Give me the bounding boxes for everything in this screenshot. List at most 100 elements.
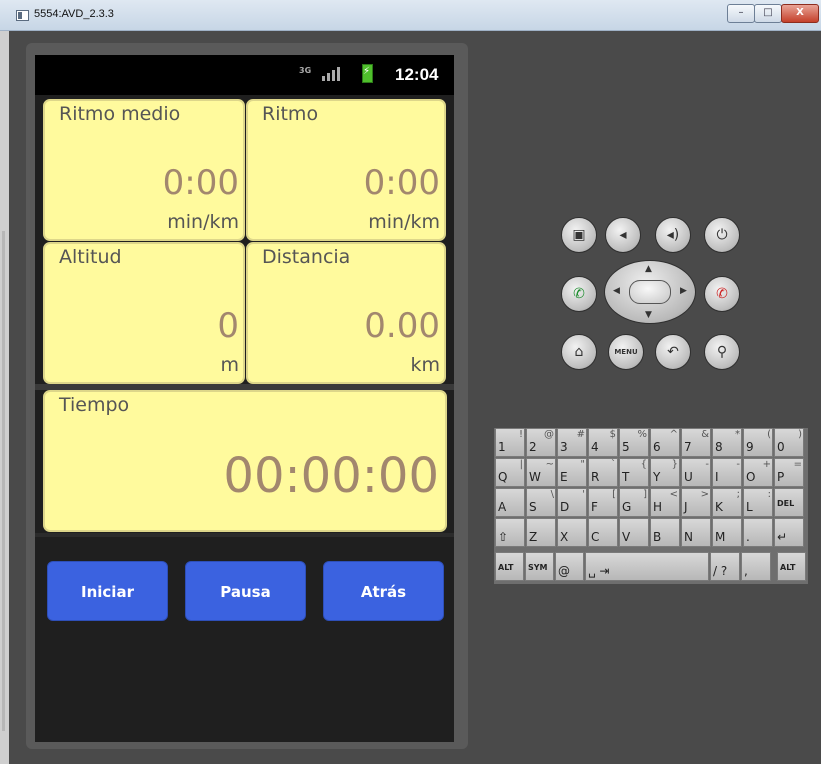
key-0-1[interactable]: 2 @ — [526, 428, 556, 457]
tile-distance: Distancia 0.00 km — [246, 242, 446, 384]
key-0-3[interactable]: 4 $ — [588, 428, 618, 457]
key-alt-label: ( — [767, 429, 771, 440]
minimize-button[interactable]: – — [727, 4, 755, 23]
status-bar: 3G 12:04 — [35, 55, 454, 95]
home-icon[interactable]: ⌂ — [561, 334, 597, 370]
key-3-4[interactable]: V — [619, 518, 649, 547]
key-0-5[interactable]: 6 ^ — [650, 428, 680, 457]
key-2-6[interactable]: J > — [681, 488, 711, 517]
tile-unit: min/km — [368, 211, 440, 233]
key-label: 4 — [591, 440, 599, 454]
key-label: H — [653, 500, 663, 514]
key-2-9[interactable]: DEL — [774, 488, 804, 517]
key-label: A — [498, 500, 507, 514]
key-3-3[interactable]: C — [588, 518, 618, 547]
key-at[interactable]: @ — [555, 552, 584, 581]
key-0-4[interactable]: 5% — [619, 428, 649, 457]
close-button[interactable]: X — [781, 4, 819, 23]
key-1-4[interactable]: T{ — [619, 458, 649, 487]
key-3-8[interactable]: . — [743, 518, 773, 547]
key-sym[interactable]: SYM — [525, 552, 554, 581]
key-3-0[interactable]: ⇧ — [495, 518, 525, 547]
key-1-0[interactable]: Q | — [495, 458, 525, 487]
key-3-7[interactable]: M — [712, 518, 742, 547]
back-action-button[interactable]: Atrás — [323, 561, 444, 621]
key-label: G — [622, 500, 632, 514]
key-alt[interactable]: ALT — [495, 552, 524, 581]
dpad-up-icon[interactable]: ▲ — [645, 264, 652, 274]
key-alt-label: > — [700, 489, 709, 500]
key-3-9[interactable]: ↵ — [774, 518, 804, 547]
dpad[interactable]: ▲ ▼ ◀ ▶ — [604, 260, 696, 324]
key-label: ALT — [780, 563, 796, 572]
key-alt-label: $ — [609, 429, 616, 440]
camera-icon[interactable]: ▣ — [561, 217, 597, 253]
key-label: 1 — [498, 440, 506, 454]
search-icon[interactable]: ⚲ — [704, 334, 740, 370]
key-label: , — [744, 564, 748, 578]
key-3-5[interactable]: B — [650, 518, 680, 547]
key-1-5[interactable]: Y} — [650, 458, 680, 487]
tile-label: Distancia — [262, 246, 351, 268]
key-2-3[interactable]: F[ — [588, 488, 618, 517]
back-icon[interactable]: ↶ — [655, 334, 691, 370]
key-alt-label: & — [701, 429, 709, 440]
menu-button[interactable]: MENU — [608, 334, 644, 370]
key-1-9[interactable]: P = — [774, 458, 804, 487]
key-0-0[interactable]: 1! — [495, 428, 525, 457]
key-space[interactable]: ␣ ⇥ — [585, 552, 709, 581]
start-button[interactable]: Iniciar — [47, 561, 168, 621]
key-0-8[interactable]: 9( — [743, 428, 773, 457]
hardware-keyboard: 1! 2 @3 #4 $5% 6 ^ 7 & 8 * 9(0) Q | W ~ E " R ` T{Y} U - I - O + P =… — [494, 428, 808, 584]
volume-up-icon[interactable]: ◂) — [655, 217, 691, 253]
end-call-icon[interactable]: ✆ — [704, 276, 740, 312]
key-0-2[interactable]: 3 # — [557, 428, 587, 457]
key-2-8[interactable]: L: — [743, 488, 773, 517]
key-alt-label: ) — [798, 429, 802, 440]
key-alt-label: " — [580, 459, 585, 470]
key-1-6[interactable]: U- — [681, 458, 711, 487]
key-1-8[interactable]: O + — [743, 458, 773, 487]
key-alt-label: { — [640, 459, 647, 470]
pause-button[interactable]: Pausa — [185, 561, 306, 621]
title-bar: 5554:AVD_2.3.3 – □ X — [0, 0, 821, 31]
tile-value: 0 — [217, 306, 239, 346]
key-2-4[interactable]: G] — [619, 488, 649, 517]
key-label: E — [560, 470, 568, 484]
key-2-2[interactable]: D ' — [557, 488, 587, 517]
key-1-2[interactable]: E " — [557, 458, 587, 487]
edge-accent — [2, 231, 5, 731]
key-alt-label: ' — [582, 489, 585, 500]
maximize-button[interactable]: □ — [754, 4, 782, 23]
key-1-3[interactable]: R ` — [588, 458, 618, 487]
key-label: ⇧ — [498, 530, 509, 544]
key-2-0[interactable]: A — [495, 488, 525, 517]
key-2-1[interactable]: S \ — [526, 488, 556, 517]
dpad-center-button[interactable] — [629, 280, 671, 304]
key-slash[interactable]: / ? — [710, 552, 740, 581]
call-icon[interactable]: ✆ — [561, 276, 597, 312]
key-1-1[interactable]: W ~ — [526, 458, 556, 487]
volume-down-icon[interactable]: ◂ — [605, 217, 641, 253]
key-label: N — [684, 530, 693, 544]
key-label: B — [653, 530, 662, 544]
key-0-9[interactable]: 0) — [774, 428, 804, 457]
dpad-right-icon[interactable]: ▶ — [680, 286, 687, 296]
key-3-1[interactable]: Z — [526, 518, 556, 547]
key-1-7[interactable]: I- — [712, 458, 742, 487]
key-alt2[interactable]: ALT — [777, 552, 806, 581]
key-0-7[interactable]: 8 * — [712, 428, 742, 457]
key-alt-label: + — [762, 459, 771, 470]
key-2-7[interactable]: K; — [712, 488, 742, 517]
key-0-6[interactable]: 7 & — [681, 428, 711, 457]
key-3-6[interactable]: N — [681, 518, 711, 547]
key-alt-label: \ — [550, 489, 554, 500]
power-icon[interactable]: ⏻ — [704, 217, 740, 253]
device-screen: 3G 12:04 Ritmo medio 0:00 min/km Ritmo 0… — [35, 55, 454, 742]
key-3-2[interactable]: X — [557, 518, 587, 547]
dpad-down-icon[interactable]: ▼ — [645, 310, 652, 320]
status-clock: 12:04 — [395, 65, 439, 84]
key-comma[interactable]: , — [741, 552, 771, 581]
dpad-left-icon[interactable]: ◀ — [613, 286, 620, 296]
key-2-5[interactable]: H < — [650, 488, 680, 517]
